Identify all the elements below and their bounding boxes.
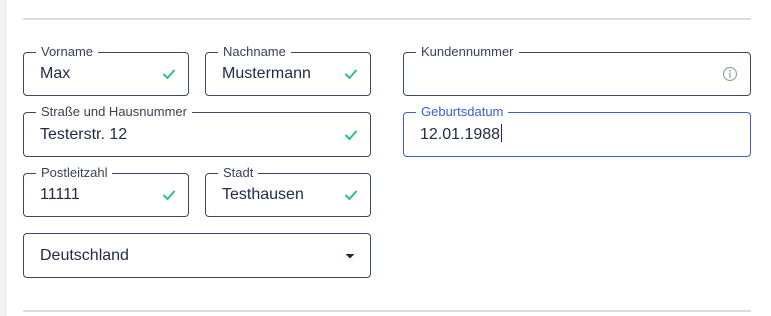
check-icon — [163, 190, 175, 200]
nachname-value: Mustermann — [222, 65, 311, 82]
postleitzahl-value: 11111 — [40, 186, 80, 203]
geburtsdatum-value-wrap: 12.01.1988 — [420, 123, 503, 144]
check-icon — [345, 69, 357, 79]
chevron-down-icon — [345, 253, 355, 258]
kundennummer-field[interactable]: Kundennummer — [403, 44, 751, 96]
country-select-value: Deutschland — [40, 246, 129, 264]
postleitzahl-label: Postleitzahl — [36, 165, 113, 181]
info-icon[interactable] — [722, 66, 738, 82]
vorname-field[interactable]: Vorname Max — [23, 44, 189, 96]
nachname-label: Nachname — [218, 44, 291, 60]
geburtsdatum-field[interactable]: Geburtsdatum 12.01.1988 — [403, 104, 751, 157]
vorname-label: Vorname — [36, 44, 99, 60]
strasse-field[interactable]: Straße und Hausnummer Testerstr. 12 — [23, 104, 371, 157]
top-divider — [23, 18, 751, 20]
text-caret — [501, 123, 503, 142]
strasse-label: Straße und Hausnummer — [36, 104, 192, 120]
check-icon — [345, 190, 357, 200]
stadt-label: Stadt — [218, 165, 259, 181]
country-select[interactable]: Deutschland — [23, 233, 371, 278]
postleitzahl-field[interactable]: Postleitzahl 11111 — [23, 165, 189, 217]
nachname-field[interactable]: Nachname Mustermann — [205, 44, 371, 96]
strasse-value: Testerstr. 12 — [40, 125, 128, 143]
check-icon — [163, 69, 175, 79]
stadt-field[interactable]: Stadt Testhausen — [205, 165, 371, 217]
stadt-value: Testhausen — [222, 186, 304, 203]
left-rail — [0, 0, 6, 316]
vorname-value: Max — [40, 65, 71, 82]
bottom-divider — [23, 310, 751, 312]
geburtsdatum-value: 12.01.1988 — [420, 125, 501, 143]
kundennummer-label: Kundennummer — [416, 44, 519, 60]
check-icon — [345, 130, 357, 140]
geburtsdatum-label: Geburtsdatum — [416, 104, 509, 120]
